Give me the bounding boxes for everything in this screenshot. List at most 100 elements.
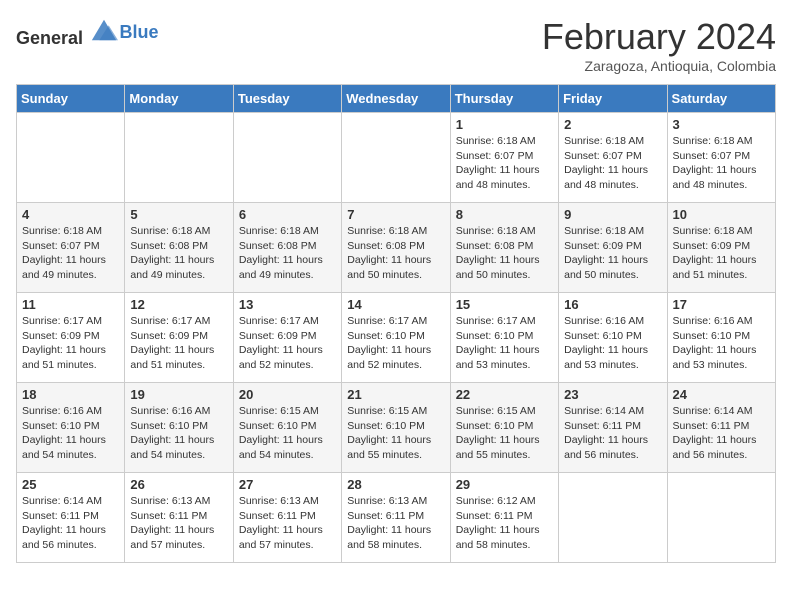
day-info: Sunrise: 6:13 AMSunset: 6:11 PMDaylight:… [239,494,336,553]
calendar-cell: 2 Sunrise: 6:18 AMSunset: 6:07 PMDaylight… [559,113,667,203]
day-number: 28 [347,477,444,492]
day-number: 8 [456,207,553,222]
location-subtitle: Zaragoza, Antioquia, Colombia [542,58,776,74]
calendar-cell: 9 Sunrise: 6:18 AMSunset: 6:09 PMDaylight… [559,203,667,293]
day-number: 14 [347,297,444,312]
calendar-cell: 7 Sunrise: 6:18 AMSunset: 6:08 PMDaylight… [342,203,450,293]
column-header-tuesday: Tuesday [233,85,341,113]
column-header-wednesday: Wednesday [342,85,450,113]
calendar-week-4: 18Sunrise: 6:16 AMSunset: 6:10 PMDayligh… [17,383,776,473]
calendar-cell: 18Sunrise: 6:16 AMSunset: 6:10 PMDayligh… [17,383,125,473]
day-info: Sunrise: 6:18 AMSunset: 6:08 PMDaylight:… [130,224,227,283]
calendar-cell [667,473,775,563]
calendar-cell [233,113,341,203]
day-number: 15 [456,297,553,312]
day-number: 13 [239,297,336,312]
calendar-cell: 3Sunrise: 6:18 AMSunset: 6:07 PMDaylight… [667,113,775,203]
day-info: Sunrise: 6:18 AMSunset: 6:07 PMDaylight:… [22,224,119,283]
logo: General Blue [16,16,159,49]
column-header-friday: Friday [559,85,667,113]
day-number: 24 [673,387,770,402]
calendar-table: SundayMondayTuesdayWednesdayThursdayFrid… [16,84,776,563]
day-info: Sunrise: 6:17 AMSunset: 6:09 PMDaylight:… [130,314,227,373]
day-number: 2 [564,117,661,132]
day-info: Sunrise: 6:16 AMSunset: 6:10 PMDaylight:… [22,404,119,463]
calendar-week-3: 11 Sunrise: 6:17 AMSunset: 6:09 PMDayligh… [17,293,776,383]
day-info: Sunrise: 6:14 AMSunset: 6:11 PMDaylight:… [564,404,661,463]
calendar-cell: 25 Sunrise: 6:14 AMSunset: 6:11 PMDayligh… [17,473,125,563]
day-number: 26 [130,477,227,492]
calendar-week-2: 4 Sunrise: 6:18 AMSunset: 6:07 PMDaylight… [17,203,776,293]
day-number: 17 [673,297,770,312]
calendar-cell: 24Sunrise: 6:14 AMSunset: 6:11 PMDayligh… [667,383,775,473]
calendar-cell [559,473,667,563]
day-number: 23 [564,387,661,402]
day-info: Sunrise: 6:18 AMSunset: 6:09 PMDaylight:… [564,224,661,283]
calendar-cell: 22 Sunrise: 6:15 AMSunset: 6:10 PMDayligh… [450,383,558,473]
day-info: Sunrise: 6:18 AMSunset: 6:07 PMDaylight:… [564,134,661,193]
calendar-cell: 28 Sunrise: 6:13 AMSunset: 6:11 PMDayligh… [342,473,450,563]
day-number: 22 [456,387,553,402]
calendar-cell: 1 Sunrise: 6:18 AMSunset: 6:07 PMDaylight… [450,113,558,203]
calendar-cell: 11Sunrise: 6:17 AMSunset: 6:09 PMDayligh… [17,293,125,383]
calendar-cell: 4 Sunrise: 6:18 AMSunset: 6:07 PMDaylight… [17,203,125,293]
day-info: Sunrise: 6:18 AMSunset: 6:07 PMDaylight:… [456,134,553,193]
day-number: 11 [22,297,119,312]
day-number: 21 [347,387,444,402]
day-number: 4 [22,207,119,222]
day-number: 5 [130,207,227,222]
column-header-saturday: Saturday [667,85,775,113]
day-number: 29 [456,477,553,492]
column-header-monday: Monday [125,85,233,113]
calendar-cell: 13Sunrise: 6:17 AMSunset: 6:09 PMDayligh… [233,293,341,383]
calendar-cell [17,113,125,203]
day-info: Sunrise: 6:17 AMSunset: 6:10 PMDaylight:… [347,314,444,373]
day-info: Sunrise: 6:12 AMSunset: 6:11 PMDaylight:… [456,494,553,553]
day-number: 25 [22,477,119,492]
day-info: Sunrise: 6:16 AMSunset: 6:10 PMDaylight:… [673,314,770,373]
day-number: 9 [564,207,661,222]
day-info: Sunrise: 6:16 AMSunset: 6:10 PMDaylight:… [564,314,661,373]
calendar-cell: 16 Sunrise: 6:16 AMSunset: 6:10 PMDayligh… [559,293,667,383]
calendar-cell: 27 Sunrise: 6:13 AMSunset: 6:11 PMDayligh… [233,473,341,563]
day-info: Sunrise: 6:18 AMSunset: 6:08 PMDaylight:… [347,224,444,283]
day-number: 10 [673,207,770,222]
logo-icon [90,16,118,44]
day-info: Sunrise: 6:14 AMSunset: 6:11 PMDaylight:… [22,494,119,553]
calendar-cell: 10 Sunrise: 6:18 AMSunset: 6:09 PMDayligh… [667,203,775,293]
day-info: Sunrise: 6:15 AMSunset: 6:10 PMDaylight:… [456,404,553,463]
calendar-cell: 12 Sunrise: 6:17 AMSunset: 6:09 PMDayligh… [125,293,233,383]
calendar-cell: 21 Sunrise: 6:15 AMSunset: 6:10 PMDayligh… [342,383,450,473]
day-info: Sunrise: 6:15 AMSunset: 6:10 PMDaylight:… [239,404,336,463]
calendar-cell: 17 Sunrise: 6:16 AMSunset: 6:10 PMDayligh… [667,293,775,383]
day-info: Sunrise: 6:13 AMSunset: 6:11 PMDaylight:… [347,494,444,553]
day-number: 20 [239,387,336,402]
logo-general-text: General [16,28,83,48]
calendar-cell: 14 Sunrise: 6:17 AMSunset: 6:10 PMDayligh… [342,293,450,383]
day-info: Sunrise: 6:16 AMSunset: 6:10 PMDaylight:… [130,404,227,463]
day-number: 27 [239,477,336,492]
day-number: 12 [130,297,227,312]
calendar-week-1: 1 Sunrise: 6:18 AMSunset: 6:07 PMDaylight… [17,113,776,203]
day-info: Sunrise: 6:18 AMSunset: 6:08 PMDaylight:… [456,224,553,283]
column-header-thursday: Thursday [450,85,558,113]
calendar-cell: 23 Sunrise: 6:14 AMSunset: 6:11 PMDayligh… [559,383,667,473]
calendar-cell: 6Sunrise: 6:18 AMSunset: 6:08 PMDaylight… [233,203,341,293]
day-number: 1 [456,117,553,132]
day-number: 7 [347,207,444,222]
day-number: 16 [564,297,661,312]
calendar-cell: 19Sunrise: 6:16 AMSunset: 6:10 PMDayligh… [125,383,233,473]
calendar-cell: 5 Sunrise: 6:18 AMSunset: 6:08 PMDaylight… [125,203,233,293]
column-header-sunday: Sunday [17,85,125,113]
header-row: SundayMondayTuesdayWednesdayThursdayFrid… [17,85,776,113]
calendar-cell: 20 Sunrise: 6:15 AMSunset: 6:10 PMDayligh… [233,383,341,473]
day-number: 6 [239,207,336,222]
header: General Blue February 2024 Zaragoza, Ant… [16,16,776,74]
calendar-cell: 26Sunrise: 6:13 AMSunset: 6:11 PMDayligh… [125,473,233,563]
day-info: Sunrise: 6:15 AMSunset: 6:10 PMDaylight:… [347,404,444,463]
calendar-cell: 29 Sunrise: 6:12 AMSunset: 6:11 PMDayligh… [450,473,558,563]
logo-blue-text: Blue [120,22,159,42]
day-info: Sunrise: 6:18 AMSunset: 6:07 PMDaylight:… [673,134,770,193]
month-year-title: February 2024 [542,16,776,58]
day-info: Sunrise: 6:18 AMSunset: 6:09 PMDaylight:… [673,224,770,283]
